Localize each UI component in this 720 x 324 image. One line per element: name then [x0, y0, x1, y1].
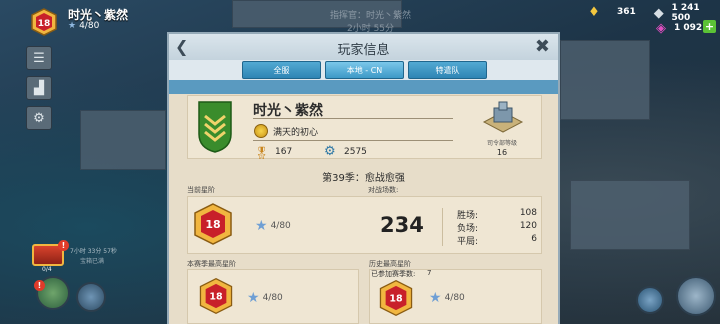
season-title: 第39季：愈战愈强 [322, 173, 405, 184]
settings-button[interactable]: ⚙ [26, 106, 52, 130]
draws-row: 平局: 6 [457, 234, 537, 247]
guild-name[interactable]: 满天的初心 [273, 125, 318, 138]
profile-player-name: 时光丶紫然 [253, 103, 323, 119]
history-best-rank-number: 18 [389, 293, 403, 304]
season-best-badge-icon: 18 [199, 278, 233, 314]
map-globe-button[interactable] [636, 286, 664, 314]
chest-timer: 7小时 33分 57秒 [70, 248, 117, 255]
modal-title: 玩家信息 [337, 43, 390, 58]
add-diamonds-button[interactable]: + [703, 20, 716, 33]
gold-value: 361 [617, 7, 636, 17]
history-best-stars-value: 4/80 [444, 293, 465, 303]
current-rank-badge-icon: 18 [194, 203, 232, 245]
losses-label: 负场: [457, 224, 479, 234]
rank-badge-number: 18 [38, 19, 51, 29]
divider [253, 140, 453, 141]
headquarters-icon [482, 101, 524, 133]
chest-notification-badge: ! [58, 240, 69, 251]
season-best-rank-number: 18 [209, 291, 223, 302]
hq-level-label: 司令部等级 [486, 140, 517, 147]
seasons-played-label: 已参加赛季数: [371, 270, 416, 278]
player-info-modal: ❮ 玩家信息 ✖ 全服 本地 - CN 特遣队 时光丶紫然 满天的初心 🎖 16… [167, 32, 560, 324]
bg-building [570, 180, 690, 250]
season-best-stars-value: 4/80 [262, 293, 283, 303]
draws-label: 平局: [457, 237, 479, 247]
seasons-played-value: 7 [427, 269, 432, 277]
tab-task-force[interactable]: 特遣队 [408, 61, 487, 79]
diamond-icon: ◈ [656, 20, 666, 36]
menu-button[interactable]: ☰ [26, 46, 52, 70]
fleet-button[interactable] [76, 282, 106, 312]
tab-local[interactable]: 本地 - CN [325, 61, 404, 79]
battles-label: 对战场数: [368, 186, 399, 194]
bg-building [80, 110, 166, 170]
modal-header: ❮ 玩家信息 ✖ [169, 34, 558, 60]
history-best-badge-icon: 18 [379, 280, 413, 316]
building-icon: ▟ [34, 80, 44, 96]
attack-notification-badge: ! [34, 280, 45, 291]
current-stars: ★ 4/80 [255, 218, 291, 234]
tab-bar-strip [169, 80, 558, 94]
victory-points: 2575 [344, 147, 367, 157]
history-best-label: 历史最高星阶 [369, 260, 411, 268]
hq-level-value: 16 [496, 148, 508, 157]
guild-emblem-icon [254, 124, 268, 138]
chest-count: 0/4 [42, 266, 52, 273]
player-stars-value: 4/80 [79, 21, 100, 31]
gold-resource: ♦ 361 [585, 3, 636, 21]
star-icon: ★ [255, 218, 268, 234]
divider [253, 118, 453, 119]
commander-banner: 指挥官：时光丶紫然 2小时 55分 [330, 8, 411, 34]
current-rank-number: 18 [205, 218, 220, 231]
draws-value: 6 [531, 234, 537, 244]
current-rank-label: 当前星阶 [187, 186, 215, 194]
leaderboard-tabs: 全服 本地 - CN 特遣队 [242, 61, 487, 79]
star-icon: ★ [247, 290, 260, 306]
losses-row: 负场: 120 [457, 221, 537, 234]
history-best-stars: ★ 4/80 [429, 290, 465, 306]
medal-count: 167 [275, 147, 293, 157]
map-button[interactable]: ▟ [26, 76, 52, 100]
rank-badge-icon[interactable]: 18 [30, 8, 58, 36]
medal-icon: 🎖 [254, 146, 270, 160]
victory-point-icon: ⚙ [324, 144, 336, 159]
player-stars: ★ 4/80 [68, 21, 99, 31]
banner-line1: 指挥官：时光丶紫然 [330, 11, 412, 21]
chevron-shield-icon [198, 101, 232, 153]
chest-subtitle: 宝箱已满 [80, 258, 105, 265]
gold-icon: ♦ [588, 4, 600, 20]
wins-value: 108 [519, 208, 537, 218]
wins-row: 胜场: 108 [457, 208, 537, 221]
gear-icon: ⚙ [33, 110, 45, 126]
losses-value: 120 [519, 221, 537, 231]
season-best-stars: ★ 4/80 [247, 290, 283, 306]
total-battles: 234 [380, 213, 424, 237]
wins-label: 胜场: [457, 211, 479, 221]
diamond-resource: ◈ 1 092 [652, 19, 702, 37]
star-icon: ★ [429, 290, 442, 306]
divider [442, 208, 443, 246]
radar-button[interactable] [676, 276, 716, 316]
season-best-label: 本赛季最高星阶 [187, 260, 236, 268]
close-icon[interactable]: ✖ [535, 36, 550, 57]
menu-icon: ☰ [33, 50, 45, 66]
star-icon: ★ [68, 21, 77, 31]
current-stars-value: 4/80 [270, 221, 291, 231]
tab-global[interactable]: 全服 [242, 61, 321, 79]
diamond-value: 1 092 [674, 23, 703, 33]
bg-building [560, 40, 650, 120]
